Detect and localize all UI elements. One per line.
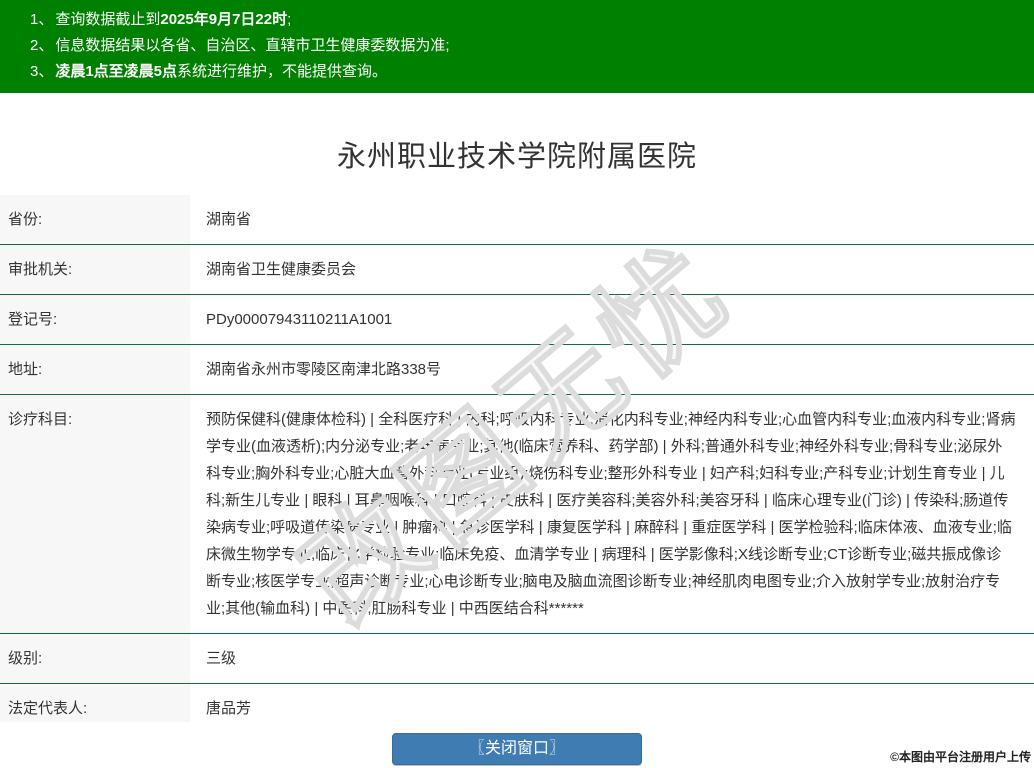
row-value: 湖南省永州市零陵区南津北路338号 [190, 345, 1034, 394]
row-value: 湖南省 [190, 195, 1034, 244]
query-result-page: 1、查询数据截止到2025年9月7日22时; 2、信息数据结果以各省、自治区、直… [0, 0, 1034, 768]
row-label: 级别: [0, 634, 190, 683]
notice-text: 信息数据结果以各省、自治区、直辖市卫生健康委数据为准; [55, 37, 449, 54]
table-row-approval-authority: 审批机关: 湖南省卫生健康委员会 [0, 245, 1034, 295]
notice-number: 1、 [30, 11, 53, 28]
copyright-note: ©本图由平台注册用户上传 [890, 748, 1031, 765]
row-value: 预防保健科(健康体检科) | 全科医疗科 | 内科;呼吸内科专业;消化内科专业;… [190, 395, 1034, 633]
notice-item: 3、凌晨1点至凌晨5点系统进行维护，不能提供查询。 [30, 59, 1024, 85]
notice-item: 1、查询数据截止到2025年9月7日22时; [30, 7, 1024, 33]
bottom-bar: 〖关闭窗口〗 ©本图由平台注册用户上传 [0, 722, 1034, 768]
notice-text-bold: 2025年9月7日22时 [160, 11, 287, 28]
info-table: 省份: 湖南省 审批机关: 湖南省卫生健康委员会 登记号: PDy0000794… [0, 195, 1034, 734]
page-title: 永州职业技术学院附属医院 [0, 133, 1034, 175]
row-label: 审批机关: [0, 245, 190, 294]
close-window-button[interactable]: 〖关闭窗口〗 [392, 733, 642, 765]
table-row-address: 地址: 湖南省永州市零陵区南津北路338号 [0, 345, 1034, 395]
notice-text: 系统进行维护，不能提供查询。 [177, 63, 387, 80]
notice-number: 3、 [30, 63, 53, 80]
notice-text: 查询数据截止到 [55, 11, 160, 28]
row-value: 湖南省卫生健康委员会 [190, 245, 1034, 294]
notice-text: ; [287, 11, 291, 28]
table-row-treatment-subjects: 诊疗科目: 预防保健科(健康体检科) | 全科医疗科 | 内科;呼吸内科专业;消… [0, 395, 1034, 634]
row-label: 地址: [0, 345, 190, 394]
table-row-registration-number: 登记号: PDy00007943110211A1001 [0, 295, 1034, 345]
notice-number: 2、 [30, 37, 53, 54]
notice-text-bold: 凌晨1点至凌晨5点 [55, 63, 177, 80]
notice-banner: 1、查询数据截止到2025年9月7日22时; 2、信息数据结果以各省、自治区、直… [0, 0, 1034, 93]
notice-item: 2、信息数据结果以各省、自治区、直辖市卫生健康委数据为准; [30, 33, 1024, 59]
table-row-province: 省份: 湖南省 [0, 195, 1034, 245]
row-value: PDy00007943110211A1001 [190, 295, 1034, 344]
table-row-level: 级别: 三级 [0, 634, 1034, 684]
row-label: 诊疗科目: [0, 395, 190, 633]
row-label: 省份: [0, 195, 190, 244]
row-label: 登记号: [0, 295, 190, 344]
row-value: 三级 [190, 634, 1034, 683]
